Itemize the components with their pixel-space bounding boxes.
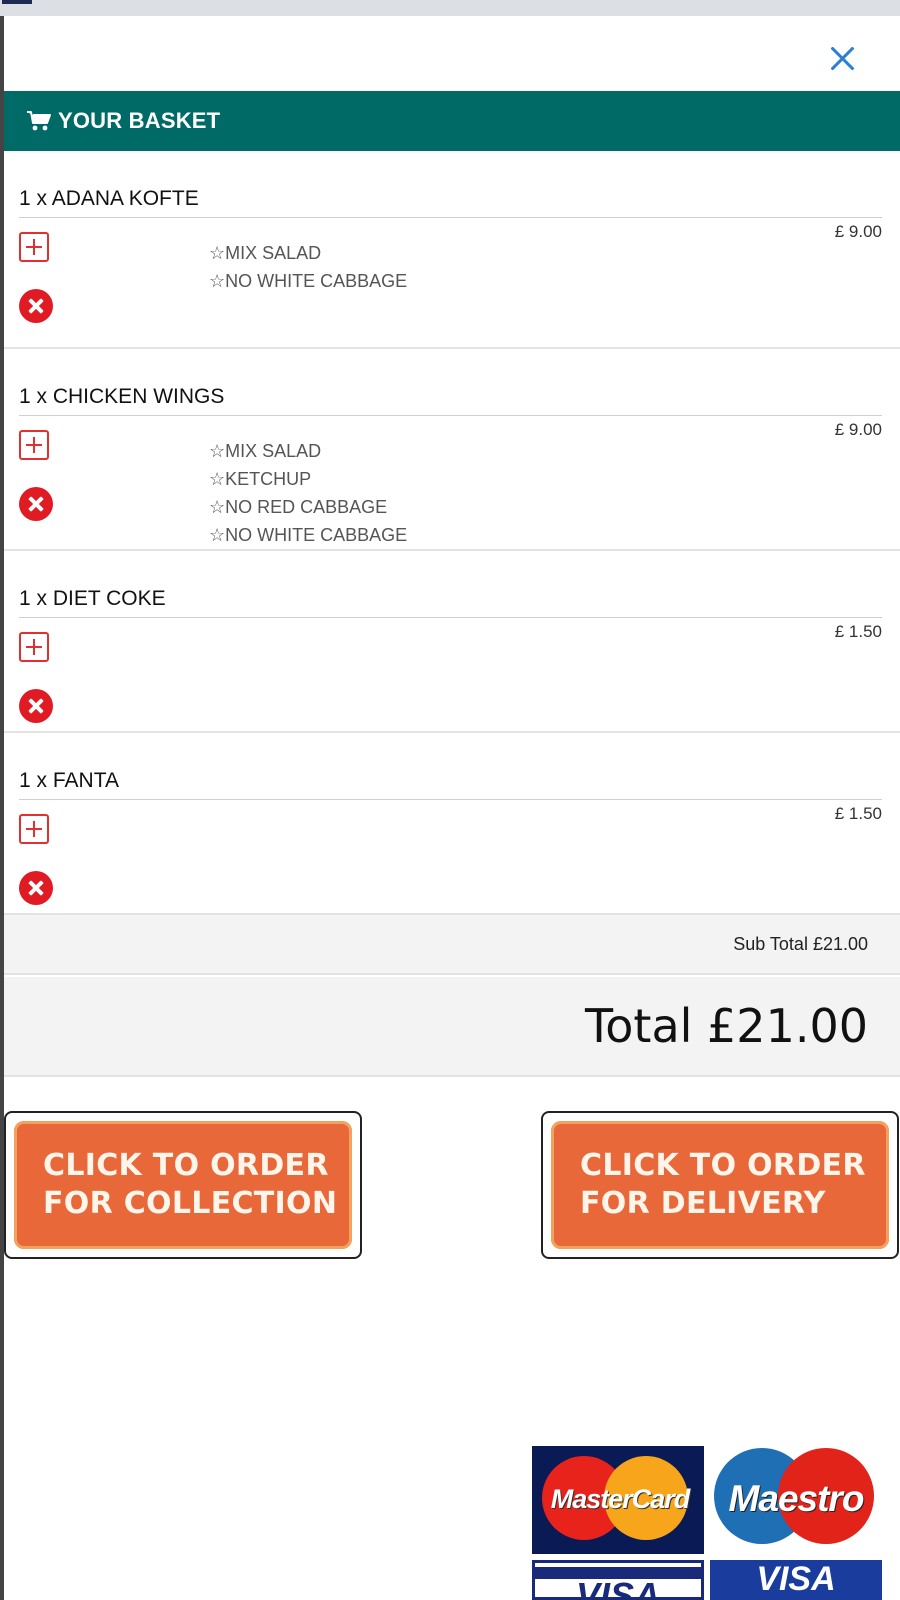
maestro-text: Maestro [728, 1478, 865, 1519]
remove-item-icon[interactable] [19, 487, 53, 521]
item-name: 1 x DIET COKE [19, 587, 166, 610]
add-item-icon[interactable] [19, 814, 49, 844]
payment-cards: MasterCard Maestro VISA VISA [532, 1446, 882, 1600]
remove-item-icon[interactable] [19, 289, 53, 323]
visa-electron-text: VISA [756, 1560, 836, 1598]
subtotal-text: Sub Total £21.00 [733, 934, 868, 954]
order-delivery-label: CLICK TO ORDER FOR DELIVERY [580, 1148, 866, 1221]
visa-text: VISA [575, 1575, 661, 1600]
add-item-icon[interactable] [19, 232, 49, 262]
basket-item: 1 x CHICKEN WINGS £ 9.00 ☆MIX SALAD ☆KET… [4, 351, 900, 551]
mastercard-text: MasterCard [550, 1484, 691, 1514]
basket-title: YOUR BASKET [58, 108, 221, 133]
item-option: ☆MIX SALAD [209, 243, 322, 263]
item-price: £ 9.00 [834, 222, 882, 241]
subtotal-row: Sub Total £21.00 [4, 915, 900, 975]
close-icon[interactable] [826, 42, 858, 74]
item-name: 1 x FANTA [19, 769, 119, 792]
divider [19, 415, 882, 416]
remove-item-icon[interactable] [19, 689, 53, 723]
divider [19, 799, 882, 800]
item-price: £ 1.50 [834, 622, 882, 641]
item-price: £ 1.50 [834, 804, 882, 823]
divider [19, 617, 882, 618]
basket-header: YOUR BASKET [4, 91, 900, 151]
add-item-icon[interactable] [19, 632, 49, 662]
basket-item: 1 x DIET COKE £ 1.50 [4, 553, 900, 733]
order-collection-button-face[interactable]: CLICK TO ORDER FOR COLLECTION [14, 1121, 352, 1249]
item-option: ☆MIX SALAD [209, 441, 322, 461]
browser-top-strip [0, 0, 900, 16]
item-option: ☆KETCHUP [209, 469, 312, 489]
window-corner [2, 0, 32, 4]
divider [19, 217, 882, 218]
order-delivery-button[interactable]: CLICK TO ORDER FOR DELIVERY [541, 1111, 899, 1259]
total-text: Total £21.00 [584, 999, 868, 1053]
cart-icon [27, 111, 51, 131]
mastercard-logo: MasterCard [532, 1446, 704, 1554]
basket-item: 1 x FANTA £ 1.50 [4, 735, 900, 915]
basket-item: 1 x ADANA KOFTE £ 9.00 ☆MIX SALAD ☆NO WH… [4, 153, 900, 349]
item-name: 1 x CHICKEN WINGS [19, 385, 225, 408]
item-option: ☆NO WHITE CABBAGE [209, 525, 408, 545]
order-collection-label: CLICK TO ORDER FOR COLLECTION [43, 1148, 338, 1221]
item-option: ☆NO RED CABBAGE [209, 497, 388, 517]
item-price: £ 9.00 [834, 420, 882, 439]
order-collection-button[interactable]: CLICK TO ORDER FOR COLLECTION [4, 1111, 362, 1259]
order-delivery-button-face[interactable]: CLICK TO ORDER FOR DELIVERY [551, 1121, 889, 1249]
item-name: 1 x ADANA KOFTE [19, 187, 199, 210]
item-options: ☆MIX SALAD ☆NO WHITE CABBAGE [209, 239, 407, 295]
item-option: ☆NO WHITE CABBAGE [209, 271, 408, 291]
remove-item-icon[interactable] [19, 871, 53, 905]
total-row: Total £21.00 [4, 977, 900, 1077]
visa-logo: VISA [532, 1560, 704, 1600]
maestro-logo: Maestro [710, 1446, 882, 1554]
visa-electron-logo: VISA [710, 1560, 882, 1600]
item-options: ☆MIX SALAD ☆KETCHUP ☆NO RED CABBAGE ☆NO … [209, 437, 407, 549]
add-item-icon[interactable] [19, 430, 49, 460]
